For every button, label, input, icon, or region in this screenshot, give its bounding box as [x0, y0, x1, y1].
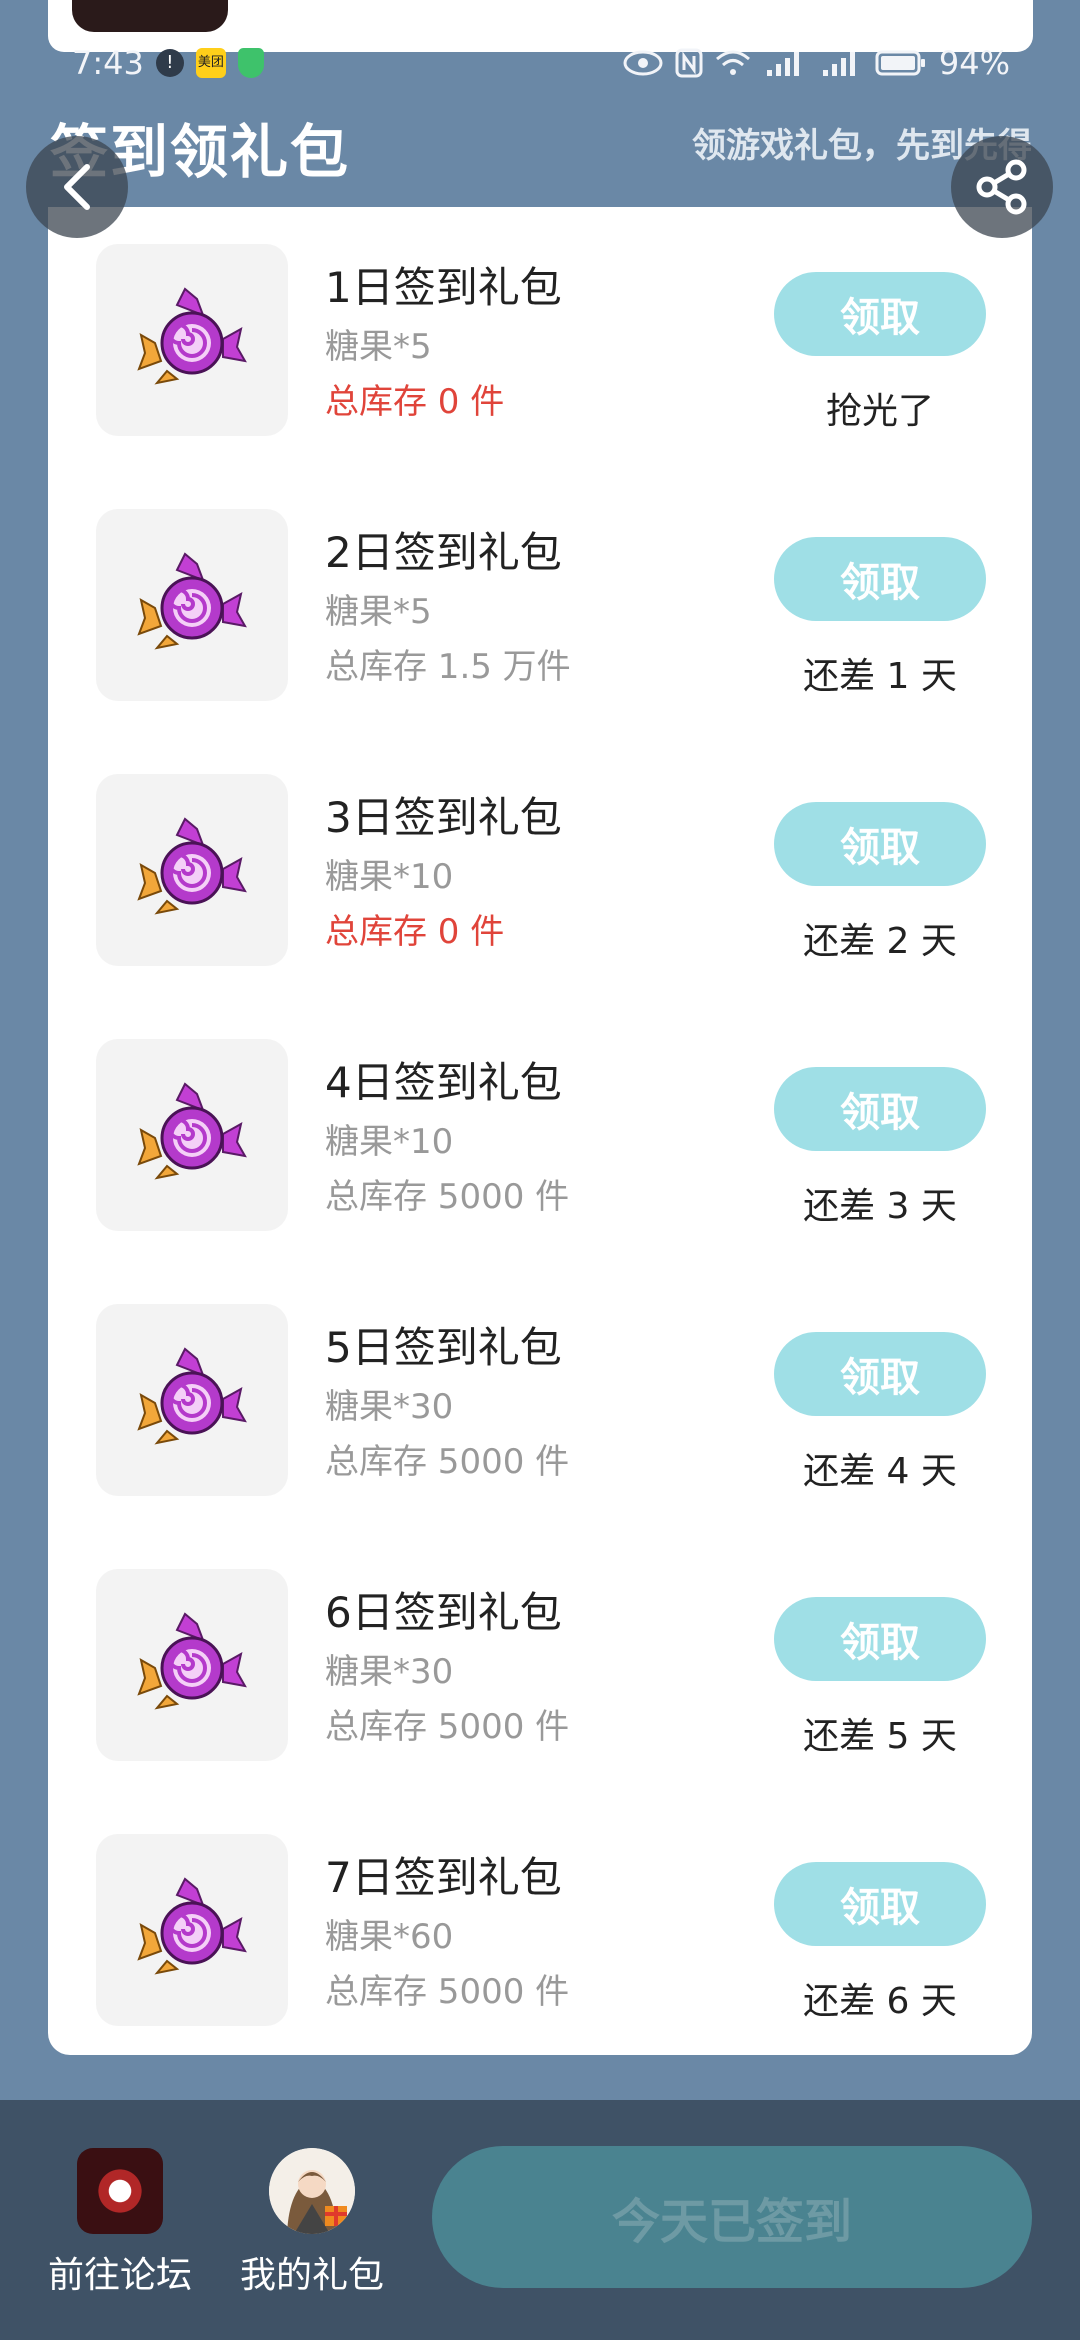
gift-row: 5日签到礼包 糖果*30 总库存 5000 件 领取 还差 4 天: [48, 1304, 1032, 1498]
gift-quantity: 糖果*30: [325, 1387, 454, 1427]
gift-title: 2日签到礼包: [325, 528, 562, 577]
gift-quantity: 糖果*60: [325, 1917, 454, 1957]
gift-stock: 总库存 5000 件: [325, 1442, 570, 1482]
gift-stock: 总库存 5000 件: [325, 1972, 570, 2012]
claim-button[interactable]: 领取: [774, 802, 986, 886]
gift-row: 6日签到礼包 糖果*30 总库存 5000 件 领取 还差 5 天: [48, 1569, 1032, 1763]
gift-stock: 总库存 5000 件: [325, 1177, 570, 1217]
claim-status: 还差 6 天: [803, 1981, 957, 2022]
gift-stock: 总库存 0 件: [325, 912, 505, 952]
forum-button[interactable]: 前往论坛: [20, 2148, 220, 2298]
gift-stock: 总库存 1.5 万件: [325, 647, 571, 687]
candy-icon: [137, 1877, 247, 1975]
gift-row: 7日签到礼包 糖果*60 总库存 5000 件 领取 还差 6 天: [48, 1834, 1032, 2028]
gift-stock: 总库存 5000 件: [325, 1707, 570, 1747]
status-bar: 7:43 ! 美团 94%: [0, 40, 1080, 86]
claim-status: 还差 4 天: [803, 1451, 957, 1492]
gift-row: 1日签到礼包 糖果*5 总库存 0 件 领取 抢光了: [48, 244, 1032, 438]
bottom-bar: 前往论坛 我的礼包 今天已签到: [0, 2100, 1080, 2340]
gift-thumbnail: [96, 1039, 288, 1231]
gift-quantity: 糖果*10: [325, 857, 454, 897]
gift-quantity: 糖果*10: [325, 1122, 454, 1162]
forum-label: 前往论坛: [47, 2255, 192, 2296]
candy-icon: [137, 287, 247, 385]
candy-icon: [137, 1082, 247, 1180]
claim-button[interactable]: 领取: [774, 537, 986, 621]
gift-title: 1日签到礼包: [325, 263, 562, 312]
gift-title: 5日签到礼包: [325, 1323, 562, 1372]
nfc-icon: [675, 48, 703, 78]
candy-icon: [137, 817, 247, 915]
share-icon: [976, 159, 1027, 215]
claim-button[interactable]: 领取: [774, 1862, 986, 1946]
gift-title: 6日签到礼包: [325, 1588, 562, 1637]
my-gifts-button[interactable]: 我的礼包: [212, 2148, 412, 2298]
signal-5g-icon: [822, 52, 855, 76]
gift-title: 7日签到礼包: [325, 1853, 562, 1902]
gift-row: 4日签到礼包 糖果*10 总库存 5000 件 领取 还差 3 天: [48, 1039, 1032, 1233]
claim-status: 还差 5 天: [803, 1716, 957, 1757]
notification-icon: !: [155, 49, 184, 77]
gift-row: 3日签到礼包 糖果*10 总库存 0 件 领取 还差 2 天: [48, 774, 1032, 968]
gift-row: 2日签到礼包 糖果*5 总库存 1.5 万件 领取 还差 1 天: [48, 509, 1032, 703]
share-button[interactable]: [951, 136, 1053, 238]
gift-stock: 总库存 0 件: [325, 382, 505, 422]
gift-thumbnail: [96, 1569, 288, 1761]
gift-thumbnail: [96, 1834, 288, 2026]
gift-title: 4日签到礼包: [325, 1058, 562, 1107]
claim-status: 抢光了: [825, 391, 934, 432]
gift-thumbnail: [96, 244, 288, 436]
gift-quantity: 糖果*5: [325, 592, 432, 632]
gift-title: 3日签到礼包: [325, 793, 562, 842]
gift-quantity: 糖果*30: [325, 1652, 454, 1692]
claim-status: 还差 3 天: [803, 1186, 957, 1227]
candy-icon: [137, 552, 247, 650]
back-button[interactable]: [26, 136, 128, 238]
forum-logo-icon: [77, 2148, 163, 2234]
game-logo-remnant: [72, 0, 228, 32]
claim-button[interactable]: 领取: [774, 1332, 986, 1416]
checkin-button[interactable]: 今天已签到: [432, 2146, 1032, 2288]
gift-thumbnail: [96, 509, 288, 701]
claim-status: 还差 2 天: [803, 921, 957, 962]
battery-icon: [875, 50, 925, 76]
eye-icon: [623, 50, 663, 76]
avatar-gift-icon: [269, 2148, 355, 2234]
battery-percent: 94%: [938, 44, 1010, 82]
claim-button[interactable]: 领取: [774, 1597, 986, 1681]
claim-status: 还差 1 天: [803, 656, 957, 697]
gift-quantity: 糖果*5: [325, 327, 432, 367]
meituan-icon: 美团: [195, 48, 226, 78]
gift-thumbnail: [96, 1304, 288, 1496]
candy-icon: [137, 1612, 247, 1710]
signal-4g-icon: [766, 52, 799, 76]
gift-thumbnail: [96, 774, 288, 966]
candy-icon: [137, 1347, 247, 1445]
wifi-icon: [715, 50, 750, 75]
gift-list: 1日签到礼包 糖果*5 总库存 0 件 领取 抢光了 2日签到礼包 糖果*5 总…: [48, 207, 1032, 2055]
shield-icon: [237, 48, 264, 78]
my-gifts-label: 我的礼包: [239, 2255, 384, 2296]
chevron-left-icon: [64, 164, 90, 210]
claim-button[interactable]: 领取: [774, 272, 986, 356]
status-time: 7:43: [72, 44, 144, 82]
claim-button[interactable]: 领取: [774, 1067, 986, 1151]
